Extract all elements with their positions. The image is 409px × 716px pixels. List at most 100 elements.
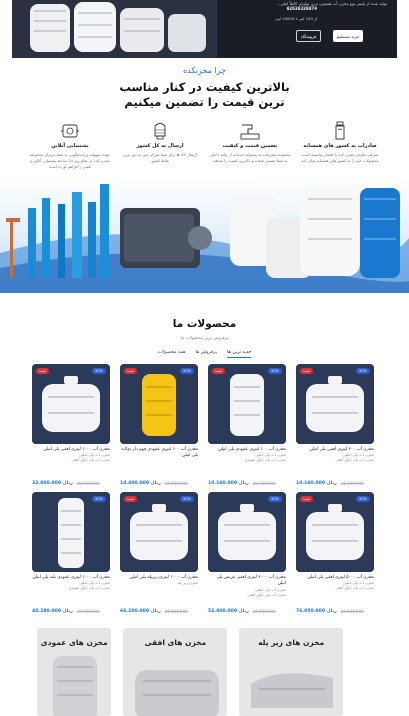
quality-tap-icon [240,124,260,140]
product-tank-image [32,364,110,444]
understairs-tank-image [251,673,334,708]
product-card[interactable]: 20% جدید مخزن آب ۲۰۰ لیتری افقی پلی اتیل… [296,364,374,486]
feature-desc: مجموعه مخزنکده به پشتوانه خدمات از تولید… [209,152,291,164]
product-subcategory: مخزن آب پلی اتیلن افقی [335,586,374,591]
price-current: 40.280.000 ریال [32,609,73,614]
product-subcategory: مخزن آب پلی اتیلن افقی [71,458,110,463]
new-badge: جدید [124,496,137,502]
price-current: 32.800.000 ریال [32,481,73,486]
hero-section: تولید شده از پلیمر نوع مخزن آب همچون تری… [0,0,409,60]
product-image[interactable]: 20% جدید [120,364,198,444]
currency-label: ریال [150,481,161,486]
new-badge: جدید [212,368,225,374]
feature-desc: جهت سهولت و پاسخگویی به شما عزیزان مجموع… [30,152,110,170]
discount-badge: 20% [268,496,282,502]
price-old: 11.700.000 [340,481,364,486]
feature-title: ارسال به کل کشور [136,143,184,149]
product-price: 10.160.000 ریال 11.700.000 [296,481,374,486]
price-current: 14.400.000 ریال [120,481,161,486]
categories-row: مخزن های عمودی مخزن های افقی مخزن های زی… [37,628,344,716]
product-tank-image [208,492,286,572]
product-subcategory: مخزن آب پلی اتیلن عمودی [68,586,110,591]
price-old: 16.000.000 [164,481,188,486]
price-value: 40.280.000 [32,609,62,614]
feature-desc: ارسال 45 ها برای شما تمرکز حتی به دور تر… [122,152,198,164]
product-price: 32.800.000 ریال 40.000.000 [32,481,110,486]
category-title: مخزن های عمودی [40,638,108,647]
price-old: 81.000.000 [164,609,188,614]
products-row-2: 20% جدید مخزن آب ۵۰۰۰ لیتری افقی پلی اتی… [32,492,374,614]
price-value: 52.800.000 [208,609,238,614]
feature-title: صادرات به کشور های همسایه [303,143,377,149]
buy-direct-button[interactable]: خرید مستقیم [333,30,363,42]
price-current: 10.160.000 ریال [208,481,249,486]
hero-tanks-image [12,0,217,58]
feature-shipping: ارسال به کل کشور ارسال 45 ها برای شما تم… [115,121,205,179]
product-image[interactable]: 20% جدید [296,364,374,444]
product-card[interactable]: 20% جدید مخزن آب ۵۰۰۰ لیتری افقی پلی اتی… [296,492,374,614]
product-card[interactable]: 20% مخزن آب ۱۰۰۰ لیتری عمودی بلند پلی ات… [32,492,110,614]
product-card[interactable]: 20% مخزن آب ۳۰۰۰ لیتری افقی عریض پلی اتی… [208,492,286,614]
discount-badge: 20% [180,496,194,502]
product-subcategory: مخزن آب پلی اتیلن افقی [335,458,374,463]
product-name[interactable]: مخزن آب ۱۰۰ لیتری عمودی فوم دار دولایه پ… [120,447,198,460]
price-old: 84.500.000 [340,609,364,614]
currency-label: ریال [238,481,249,486]
discount-badge: 20% [92,496,106,502]
tab-all-products[interactable]: همه محصولات [158,350,186,358]
category-horizontal-tanks[interactable]: مخزن های افقی [123,628,228,716]
discount-badge: 20% [180,368,194,374]
tab-newest[interactable]: جدید ترین ها [227,350,252,358]
product-image[interactable]: 20% [32,492,110,572]
feature-title: پشتیبانی آنلاین [51,143,89,149]
support-icon [61,124,79,138]
price-value: 10.160.000 [296,481,326,486]
why-title-line-1: بالاترین کیفیت در کنار مناسب [119,80,290,94]
feature-export: صادرات به کشور های همسایه شرکت تولیدی مخ… [295,121,385,179]
product-image[interactable]: 20% جدید [208,364,286,444]
products-tabs: جدید ترین ها پرفروش ها همه محصولات [0,350,409,358]
product-card[interactable]: 20% جدید مخزن آب ۱۰۰۰ لیتری افقی پلی اتی… [32,364,110,486]
price-value: 10.160.000 [208,481,238,486]
discount-badge: 20% [356,496,370,502]
product-image[interactable]: 20% جدید [32,364,110,444]
product-tank-image [208,364,286,444]
price-value: 32.800.000 [32,481,62,486]
product-tank-image [296,364,374,444]
product-price: 10.160.000 ریال 13.700.000 [208,481,286,486]
product-tank-image [296,492,374,572]
products-banner-image [0,178,409,293]
product-image[interactable]: 20% جدید [296,492,374,572]
currency-label: ریال [62,481,73,486]
product-card[interactable]: 20% جدید مخزن آب ۱۰۰ لیتری عمودی پلی اتی… [208,364,286,486]
new-badge: جدید [300,496,313,502]
feature-title: تضمین قیمت و کیفیت [222,143,278,149]
product-tank-image [32,492,110,572]
category-title: مخزن های افقی [144,638,207,647]
products-subtitle: پرفروش ترین محصولات ما [180,335,229,340]
products-row-1: 20% جدید مخزن آب ۲۰۰ لیتری افقی پلی اتیل… [32,364,374,486]
feature-desc: شرکت تولیدی مخزن کده با افتخار توانسته ا… [301,152,379,164]
product-price: 76.050.000 ریال 84.500.000 [296,609,374,614]
category-vertical-tanks[interactable]: مخزن های عمودی [37,628,112,716]
feature-support: پشتیبانی آنلاین جهت سهولت و پاسخگویی به … [25,121,115,179]
horizontal-tank-image [135,670,220,716]
currency-label: ریال [326,481,337,486]
tab-bestsellers[interactable]: پرفروش ها [195,350,217,358]
product-name[interactable]: مخزن آب ۳۰۰۰ لیتری افقی عریض پلی اتیلن [208,575,286,588]
hero-line-1: تولید شده از پلیمر نوع مخزن آب همچون تری… [276,1,387,6]
product-card[interactable]: 20% جدید مخزن آب ۱۰۰ لیتری عمودی فوم دار… [120,364,198,486]
price-old: 66.000.000 [252,609,276,614]
shipping-icon [154,123,166,140]
discount-badge: 20% [356,368,370,374]
new-badge: جدید [36,368,49,374]
product-image[interactable]: 20% جدید [120,492,198,572]
price-value: 14.400.000 [120,481,150,486]
product-category: مخزن زیر پله [177,581,198,586]
category-understairs-tanks[interactable]: مخزن های زیر پله [239,628,344,716]
price-current: 76.050.000 ریال [296,609,337,614]
product-tank-image [120,492,198,572]
product-image[interactable]: 20% [208,492,286,572]
product-card[interactable]: 20% جدید مخزن آب ۱۰۰۰ لیتری زیرپله پلی ا… [120,492,198,614]
store-button[interactable]: فروشگاه [296,30,321,42]
